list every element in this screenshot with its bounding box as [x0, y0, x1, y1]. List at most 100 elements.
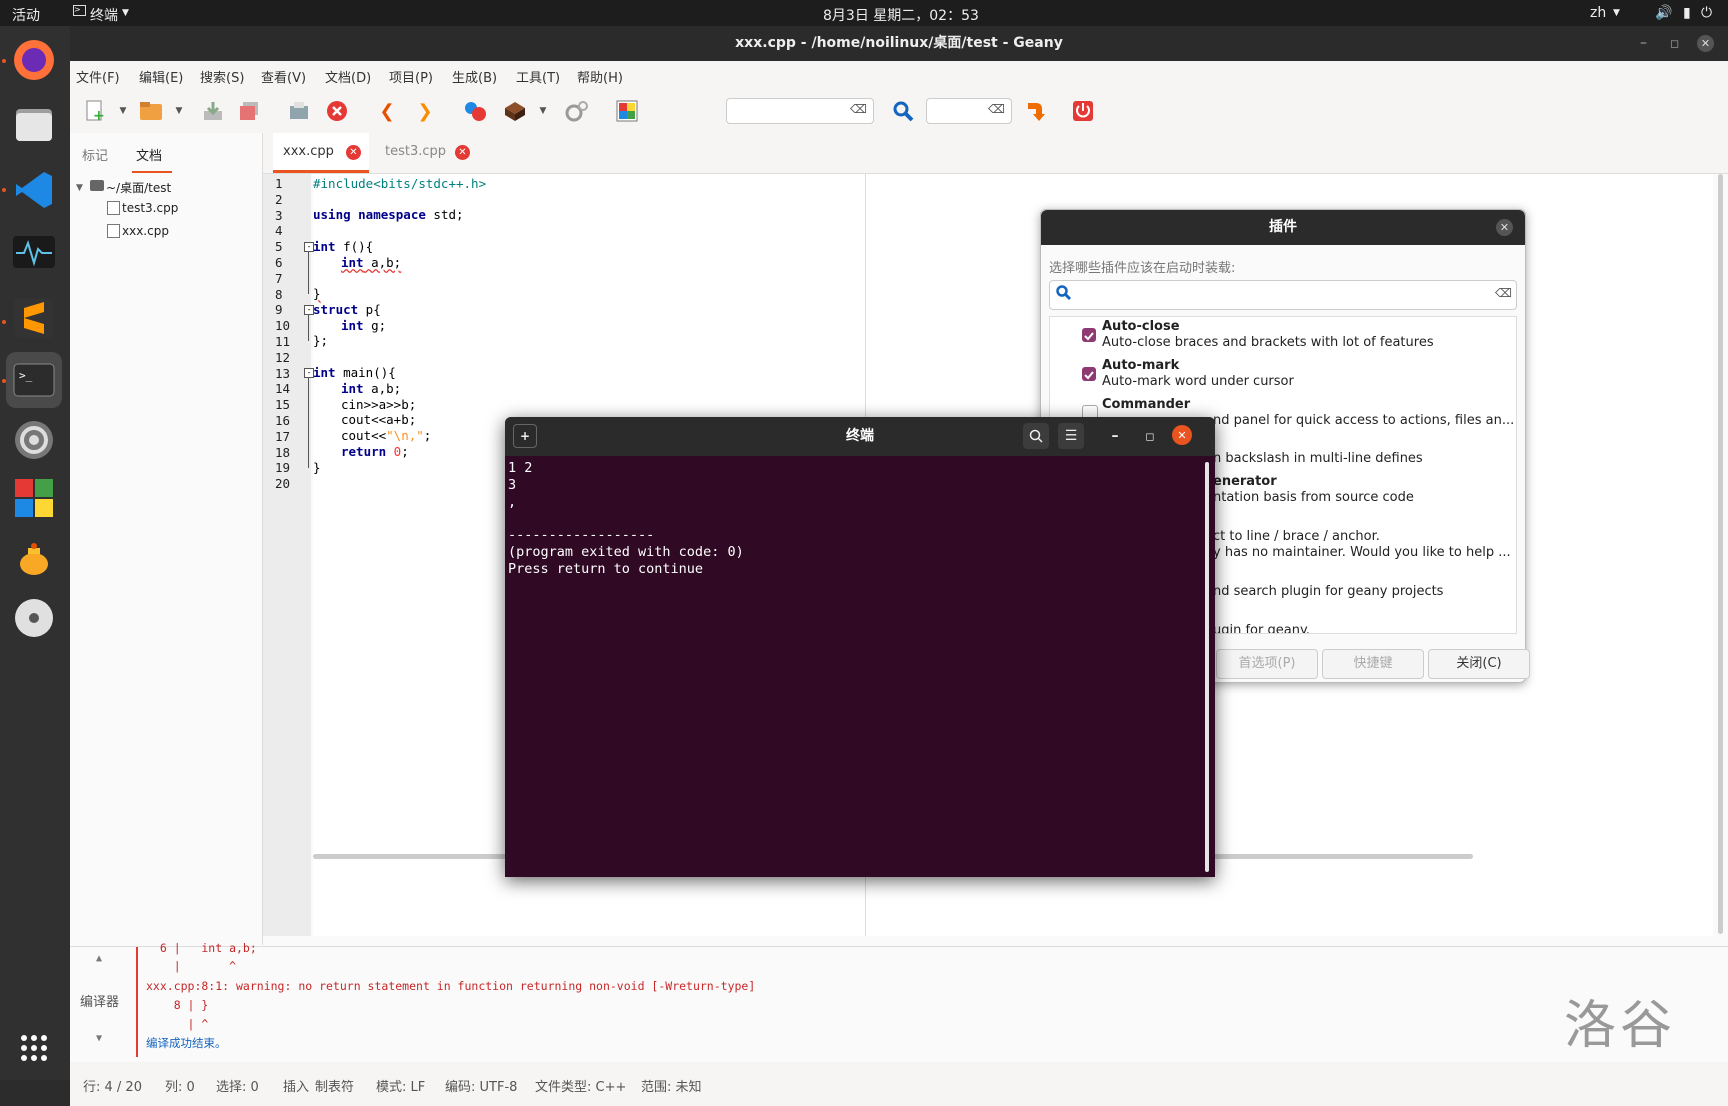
menu-document[interactable]: 文档(D) — [325, 67, 371, 86]
close-tab-icon[interactable]: ✕ — [455, 145, 470, 160]
save-icon[interactable] — [200, 98, 226, 124]
hamburger-menu-icon[interactable]: ☰ — [1058, 423, 1084, 449]
fold-marker-icon[interactable]: - — [304, 242, 314, 252]
input-method[interactable]: zh — [1590, 5, 1606, 21]
disc-icon[interactable] — [6, 590, 62, 646]
volume-icon[interactable]: 🔊 — [1655, 5, 1672, 21]
scroll-up-icon[interactable]: ▲ — [96, 953, 102, 964]
close-button[interactable]: 关闭(C) — [1428, 649, 1530, 679]
dock: >_ — [0, 26, 70, 1080]
terminal-line: , — [508, 494, 517, 510]
terminal-line: 3 — [508, 477, 517, 493]
menu-help[interactable]: 帮助(H) — [577, 67, 623, 86]
run-gears-icon[interactable] — [564, 98, 590, 124]
firefox-icon[interactable] — [6, 32, 62, 88]
windows-logo-icon[interactable] — [6, 470, 62, 526]
scroll-down-icon[interactable]: ▼ — [96, 1033, 102, 1044]
close-file-icon[interactable] — [324, 98, 350, 124]
menu-file[interactable]: 文件(F) — [76, 67, 120, 86]
dialog-titlebar[interactable]: 插件 ✕ — [1041, 210, 1525, 245]
line-number: 15 — [275, 397, 291, 413]
navigate-forward-icon[interactable]: ❯ — [412, 98, 438, 124]
app-grid-icon[interactable] — [6, 1020, 62, 1076]
close-tab-icon[interactable]: ✕ — [346, 145, 361, 160]
fold-marker-icon[interactable]: - — [304, 305, 314, 315]
tab-test3-cpp[interactable]: test3.cpp ✕ — [375, 133, 475, 173]
fold-marker-icon[interactable]: - — [304, 368, 314, 378]
menu-search[interactable]: 搜索(S) — [200, 67, 244, 86]
plugin-checkbox[interactable] — [1082, 328, 1096, 342]
window-titlebar[interactable]: xxx.cpp - /home/noilinux/桌面/test - Geany… — [70, 26, 1728, 61]
clock[interactable]: 8月3日 星期二，02：53 — [823, 5, 979, 25]
tab-documents[interactable]: 文档 — [136, 145, 162, 164]
new-file-icon[interactable]: + — [82, 98, 108, 124]
plugin-search-input[interactable]: ⌫ — [1049, 280, 1517, 310]
terminal-icon[interactable]: >_ — [6, 352, 62, 408]
menu-edit[interactable]: 编辑(E) — [139, 67, 183, 86]
build-icon[interactable] — [502, 98, 528, 124]
clear-icon[interactable]: ⌫ — [1495, 286, 1512, 300]
maximize-icon[interactable]: ◻ — [1670, 26, 1679, 61]
caret-down-icon[interactable]: ▼ — [166, 98, 192, 124]
vertical-scrollbar[interactable] — [1718, 174, 1723, 934]
teapot-icon[interactable] — [6, 530, 62, 586]
file-item-test3[interactable]: test3.cpp — [122, 201, 178, 215]
maximize-icon[interactable]: ◻ — [1137, 423, 1163, 449]
warning-message[interactable]: xxx.cpp:8:1: warning: no return statemen… — [146, 979, 755, 993]
settings-icon[interactable] — [6, 412, 62, 468]
line-number: 20 — [275, 476, 291, 492]
expander-icon[interactable]: ▼ — [76, 183, 83, 193]
plugin-checkbox[interactable] — [1082, 367, 1096, 381]
message-line: 8 | } — [146, 998, 209, 1012]
clear-icon[interactable]: ⌫ — [988, 102, 1005, 116]
app-menu[interactable]: > 终端 ▼ — [73, 5, 129, 25]
goto-line-input[interactable]: ⌫ — [926, 98, 1012, 124]
new-tab-icon[interactable]: + — [513, 424, 537, 448]
search-input[interactable]: ⌫ — [726, 98, 874, 124]
activities-button[interactable]: 活动 — [12, 5, 40, 25]
message-line: | ^ — [146, 1017, 209, 1031]
plugin-prompt: 选择哪些插件应该在启动时装载: — [1049, 261, 1236, 276]
menu-project[interactable]: 项目(P) — [389, 67, 433, 86]
terminal-titlebar[interactable]: 终端 + ☰ – ◻ ✕ — [505, 417, 1215, 456]
folder-label[interactable]: ~/桌面/test — [106, 179, 171, 196]
minimize-icon[interactable]: – — [1640, 26, 1647, 61]
menu-tools[interactable]: 工具(T) — [516, 67, 560, 86]
plugin-desc: Auto-close braces and brackets with lot … — [1102, 335, 1434, 350]
save-all-icon[interactable] — [236, 98, 262, 124]
power-icon[interactable]: ⏻ — [1701, 5, 1712, 21]
line-number: 14 — [275, 381, 291, 397]
close-window-icon[interactable]: ✕ — [1697, 35, 1714, 52]
search-icon[interactable] — [1023, 423, 1049, 449]
navigate-back-icon[interactable]: ❮ — [374, 98, 400, 124]
preferences-button[interactable]: 首选项(P) — [1216, 649, 1318, 679]
file-item-xxx[interactable]: xxx.cpp — [122, 224, 169, 238]
tab-symbols[interactable]: 标记 — [82, 145, 108, 164]
close-dialog-icon[interactable]: ✕ — [1496, 219, 1513, 236]
tab-xxx-cpp[interactable]: xxx.cpp ✕ — [273, 133, 369, 173]
search-icon[interactable] — [890, 98, 916, 124]
terminal-scrollbar[interactable] — [1205, 462, 1209, 872]
color-chooser-icon[interactable] — [614, 98, 640, 124]
minimize-icon[interactable]: – — [1102, 423, 1128, 449]
terminal-small-icon: > — [73, 5, 86, 16]
open-folder-icon[interactable] — [138, 98, 164, 124]
tab-compiler[interactable]: 编译器 — [80, 991, 119, 1010]
quit-icon[interactable] — [1070, 98, 1096, 124]
terminal-output[interactable]: 1 2 3 , ------------------ (program exit… — [505, 456, 1215, 877]
caret-down-icon[interactable]: ▼ — [530, 98, 556, 124]
menu-view[interactable]: 查看(V) — [261, 67, 306, 86]
files-icon[interactable] — [6, 96, 62, 152]
clear-icon[interactable]: ⌫ — [850, 102, 867, 116]
close-window-icon[interactable]: ✕ — [1172, 425, 1192, 445]
sublime-text-icon[interactable] — [6, 290, 62, 346]
vscode-icon[interactable] — [6, 162, 62, 218]
battery-icon[interactable]: ▮ — [1683, 5, 1691, 21]
caret-down-icon[interactable]: ▼ — [110, 98, 136, 124]
compile-icon[interactable] — [462, 98, 488, 124]
revert-icon[interactable] — [286, 98, 312, 124]
jump-to-line-icon[interactable] — [1022, 98, 1048, 124]
system-monitor-icon[interactable] — [6, 224, 62, 280]
keybindings-button[interactable]: 快捷键 — [1322, 649, 1424, 679]
menu-build[interactable]: 生成(B) — [452, 67, 497, 86]
